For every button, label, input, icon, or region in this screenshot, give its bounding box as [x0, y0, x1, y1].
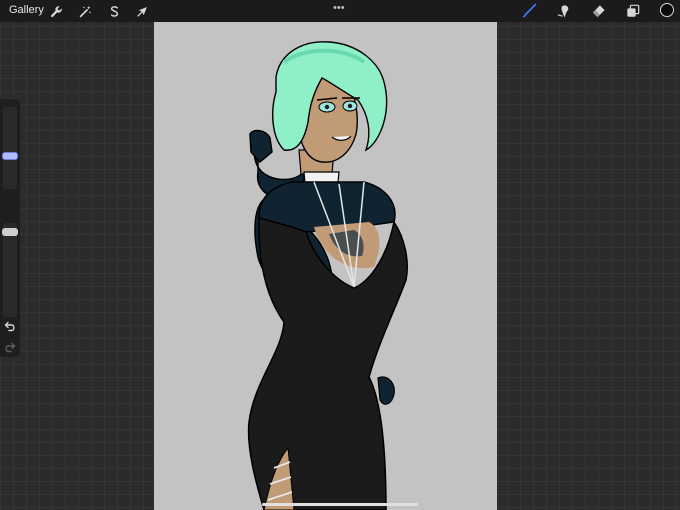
selection-icon[interactable] [106, 3, 122, 19]
eraser-icon[interactable] [590, 3, 606, 19]
brush-size-knob[interactable] [2, 152, 18, 160]
more-options-button[interactable]: ••• [333, 2, 345, 14]
character-illustration [247, 41, 408, 510]
wrench-icon[interactable] [48, 3, 64, 19]
opacity-slider[interactable] [3, 223, 17, 317]
gallery-button[interactable]: Gallery [9, 4, 44, 16]
undo-icon[interactable] [4, 319, 16, 337]
redo-icon[interactable] [4, 340, 16, 358]
color-picker-swatch[interactable] [660, 3, 674, 17]
layers-icon[interactable] [625, 3, 641, 19]
opacity-knob[interactable] [2, 228, 18, 236]
magic-wand-icon[interactable] [77, 3, 93, 19]
home-indicator [262, 503, 418, 506]
smudge-icon[interactable] [555, 3, 571, 19]
left-sidebar [0, 99, 20, 357]
brush-icon[interactable] [521, 3, 537, 19]
transform-arrow-icon[interactable] [134, 3, 150, 19]
top-toolbar: Gallery ••• [0, 0, 680, 22]
brush-size-slider[interactable] [3, 107, 17, 189]
drawing-canvas[interactable] [154, 22, 497, 510]
